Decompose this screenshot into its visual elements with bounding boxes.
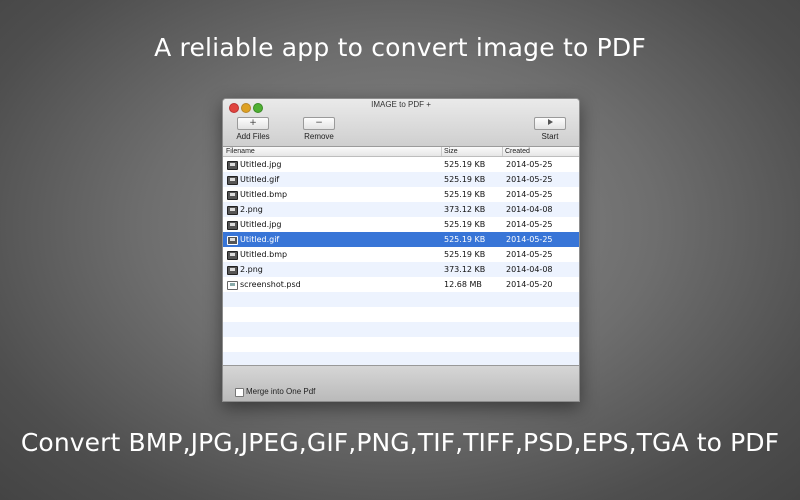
- image-file-icon: [227, 191, 238, 200]
- table-row[interactable]: screenshot.psd 12.68 MB 2014-05-20: [223, 277, 579, 292]
- file-name: screenshot.psd: [240, 280, 301, 289]
- image-file-icon: [227, 266, 238, 275]
- psd-file-icon: [227, 281, 238, 290]
- window-footer: Merge into One Pdf: [223, 365, 579, 401]
- file-size: 12.68 MB: [444, 280, 482, 289]
- column-created[interactable]: Created: [505, 147, 530, 156]
- file-table[interactable]: Filename Size Created Utitled.jpg 525.19 …: [223, 147, 579, 367]
- add-files-button[interactable]: +: [237, 117, 269, 130]
- plus-icon: +: [249, 118, 257, 128]
- file-name: 2.png: [240, 265, 263, 274]
- file-name: Utitled.gif: [240, 175, 280, 184]
- file-created: 2014-05-25: [506, 175, 553, 184]
- file-created: 2014-05-25: [506, 160, 553, 169]
- table-row[interactable]: Utitled.bmp 525.19 KB 2014-05-25: [223, 247, 579, 262]
- play-icon: [547, 119, 553, 125]
- window-title: IMAGE to PDF +: [371, 100, 431, 109]
- file-size: 525.19 KB: [444, 190, 486, 199]
- empty-row: [223, 292, 579, 307]
- table-header: Filename Size Created: [223, 147, 579, 157]
- file-rows: Utitled.jpg 525.19 KB 2014-05-25 Utitled.gi…: [223, 157, 579, 382]
- file-created: 2014-05-25: [506, 250, 553, 259]
- image-file-icon: [227, 206, 238, 215]
- file-size: 525.19 KB: [444, 220, 486, 229]
- file-created: 2014-05-25: [506, 235, 553, 244]
- table-row[interactable]: Utitled.bmp 525.19 KB 2014-05-25: [223, 187, 579, 202]
- add-files-label[interactable]: Add Files: [231, 132, 275, 141]
- file-size: 525.19 KB: [444, 235, 486, 244]
- headline-bottom: Convert BMP,JPG,JPEG,GIF,PNG,TIF,TIFF,PS…: [20, 428, 780, 457]
- file-name: Utitled.jpg: [240, 160, 282, 169]
- file-created: 2014-05-25: [506, 220, 553, 229]
- file-size: 373.12 KB: [444, 205, 486, 214]
- image-file-icon: [227, 251, 238, 260]
- remove-label[interactable]: Remove: [298, 132, 340, 141]
- headline-top: A reliable app to convert image to PDF: [154, 33, 646, 62]
- file-size: 525.19 KB: [444, 250, 486, 259]
- file-name: Utitled.bmp: [240, 190, 288, 199]
- image-file-icon: [227, 221, 238, 230]
- empty-row: [223, 307, 579, 322]
- remove-button[interactable]: −: [303, 117, 335, 130]
- file-created: 2014-05-20: [506, 280, 553, 289]
- table-row[interactable]: Utitled.gif 525.19 KB 2014-05-25: [223, 172, 579, 187]
- file-name: Utitled.gif: [240, 235, 280, 244]
- file-name: Utitled.jpg: [240, 220, 282, 229]
- table-row[interactable]: 2.png 373.12 KB 2014-04-08: [223, 262, 579, 277]
- file-name: Utitled.bmp: [240, 250, 288, 259]
- image-file-icon: [227, 161, 238, 170]
- table-row[interactable]: Utitled.gif 525.19 KB 2014-05-25: [223, 232, 579, 247]
- start-button[interactable]: [534, 117, 566, 130]
- file-size: 525.19 KB: [444, 160, 486, 169]
- file-created: 2014-04-08: [506, 205, 553, 214]
- empty-row: [223, 337, 579, 352]
- merge-label[interactable]: Merge into One Pdf: [246, 387, 315, 396]
- merge-checkbox[interactable]: [235, 388, 244, 397]
- titlebar-toolbar: IMAGE to PDF + + Add Files − Remove Star…: [223, 99, 579, 147]
- empty-row: [223, 322, 579, 337]
- image-file-icon: [227, 236, 238, 245]
- start-label[interactable]: Start: [532, 132, 568, 141]
- table-row[interactable]: Utitled.jpg 525.19 KB 2014-05-25: [223, 217, 579, 232]
- table-row[interactable]: Utitled.jpg 525.19 KB 2014-05-25: [223, 157, 579, 172]
- column-divider[interactable]: [502, 147, 503, 156]
- table-row[interactable]: 2.png 373.12 KB 2014-04-08: [223, 202, 579, 217]
- column-size[interactable]: Size: [444, 147, 458, 156]
- file-created: 2014-04-08: [506, 265, 553, 274]
- column-divider[interactable]: [441, 147, 442, 156]
- app-window: IMAGE to PDF + + Add Files − Remove Star…: [222, 98, 580, 402]
- column-filename[interactable]: Filename: [226, 147, 255, 156]
- file-created: 2014-05-25: [506, 190, 553, 199]
- file-name: 2.png: [240, 205, 263, 214]
- minus-icon: −: [315, 118, 323, 128]
- file-size: 373.12 KB: [444, 265, 486, 274]
- file-size: 525.19 KB: [444, 175, 486, 184]
- image-file-icon: [227, 176, 238, 185]
